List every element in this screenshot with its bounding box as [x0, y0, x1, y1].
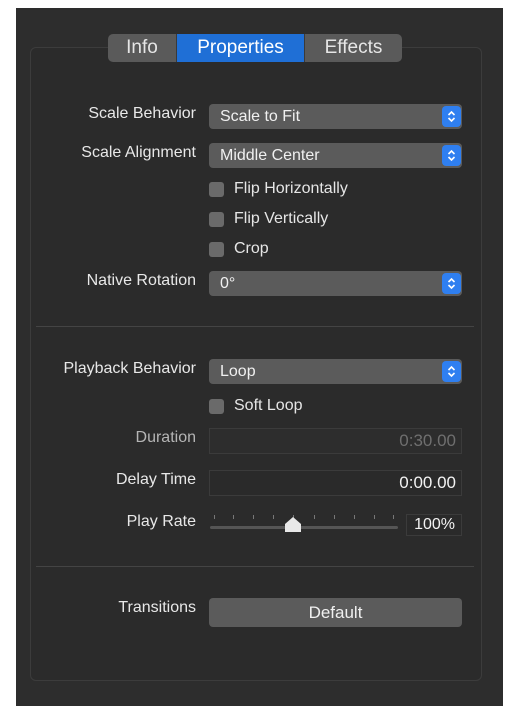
playback-behavior-popup[interactable]: Loop — [209, 359, 462, 384]
updown-chevron-icon — [442, 361, 461, 382]
native-rotation-popup[interactable]: 0° — [209, 271, 462, 296]
play-rate-label: Play Rate — [126, 513, 196, 530]
transitions-default-button[interactable]: Default — [209, 598, 462, 627]
crop-label: Crop — [234, 240, 269, 257]
native-rotation-label: Native Rotation — [86, 272, 196, 289]
scale-alignment-value: Middle Center — [220, 147, 320, 164]
inspector-tabs: Info Properties Effects — [108, 34, 402, 62]
duration-label: Duration — [135, 429, 196, 446]
delay-time-label: Delay Time — [115, 471, 196, 488]
tab-info[interactable]: Info — [108, 34, 177, 62]
checkbox-box[interactable] — [209, 181, 224, 197]
slider-tick — [214, 515, 215, 519]
scale-behavior-value: Scale to Fit — [220, 108, 301, 125]
slider-tick — [354, 515, 355, 519]
scale-behavior-label: Scale Behavior — [88, 105, 196, 122]
slider-tick — [233, 515, 234, 519]
tab-properties[interactable]: Properties — [177, 34, 305, 62]
play-rate-slider[interactable] — [210, 526, 398, 529]
checkbox-box[interactable] — [209, 211, 224, 227]
section-divider — [36, 326, 474, 327]
soft-loop-checkbox[interactable]: Soft Loop — [209, 397, 303, 415]
flip-horizontally-label: Flip Horizontally — [234, 180, 348, 197]
slider-tick — [273, 515, 274, 519]
soft-loop-label: Soft Loop — [234, 397, 303, 414]
updown-chevron-icon — [442, 106, 461, 127]
duration-field: 0:30.00 — [209, 428, 462, 454]
scale-alignment-label: Scale Alignment — [81, 144, 196, 161]
native-rotation-value: 0° — [220, 275, 236, 292]
section-divider — [36, 566, 474, 567]
updown-chevron-icon — [442, 273, 461, 294]
play-rate-field[interactable]: 100% — [406, 514, 462, 536]
updown-chevron-icon — [442, 145, 461, 166]
scale-alignment-popup[interactable]: Middle Center — [209, 143, 462, 168]
slider-tick — [314, 515, 315, 519]
slider-tick — [374, 515, 375, 519]
flip-horizontally-checkbox[interactable]: Flip Horizontally — [209, 180, 348, 198]
delay-time-field[interactable]: 0:00.00 — [209, 470, 462, 496]
checkbox-box[interactable] — [209, 398, 224, 414]
slider-knob[interactable] — [285, 517, 301, 532]
scale-behavior-popup[interactable]: Scale to Fit — [209, 104, 462, 129]
slider-tick — [393, 515, 394, 519]
crop-checkbox[interactable]: Crop — [209, 240, 269, 258]
flip-vertically-checkbox[interactable]: Flip Vertically — [209, 210, 328, 228]
transitions-label: Transitions — [118, 599, 196, 616]
slider-tick — [253, 515, 254, 519]
playback-behavior-label: Playback Behavior — [63, 360, 196, 377]
slider-tick — [334, 515, 335, 519]
flip-vertically-label: Flip Vertically — [234, 210, 329, 227]
tab-effects[interactable]: Effects — [305, 34, 402, 62]
checkbox-box[interactable] — [209, 241, 224, 257]
playback-behavior-value: Loop — [220, 363, 256, 380]
